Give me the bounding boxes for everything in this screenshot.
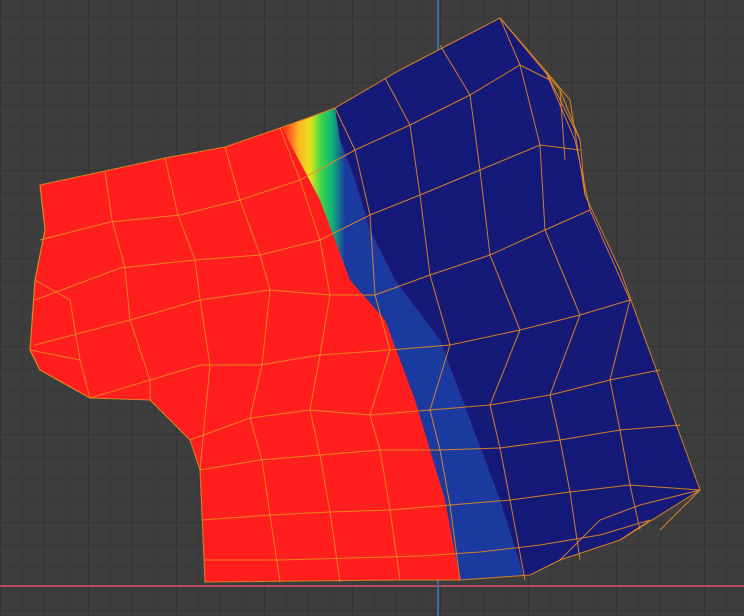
weight-paint-mesh[interactable] bbox=[0, 0, 744, 616]
mesh-fill-group bbox=[30, 18, 700, 582]
3d-viewport[interactable] bbox=[0, 0, 744, 616]
